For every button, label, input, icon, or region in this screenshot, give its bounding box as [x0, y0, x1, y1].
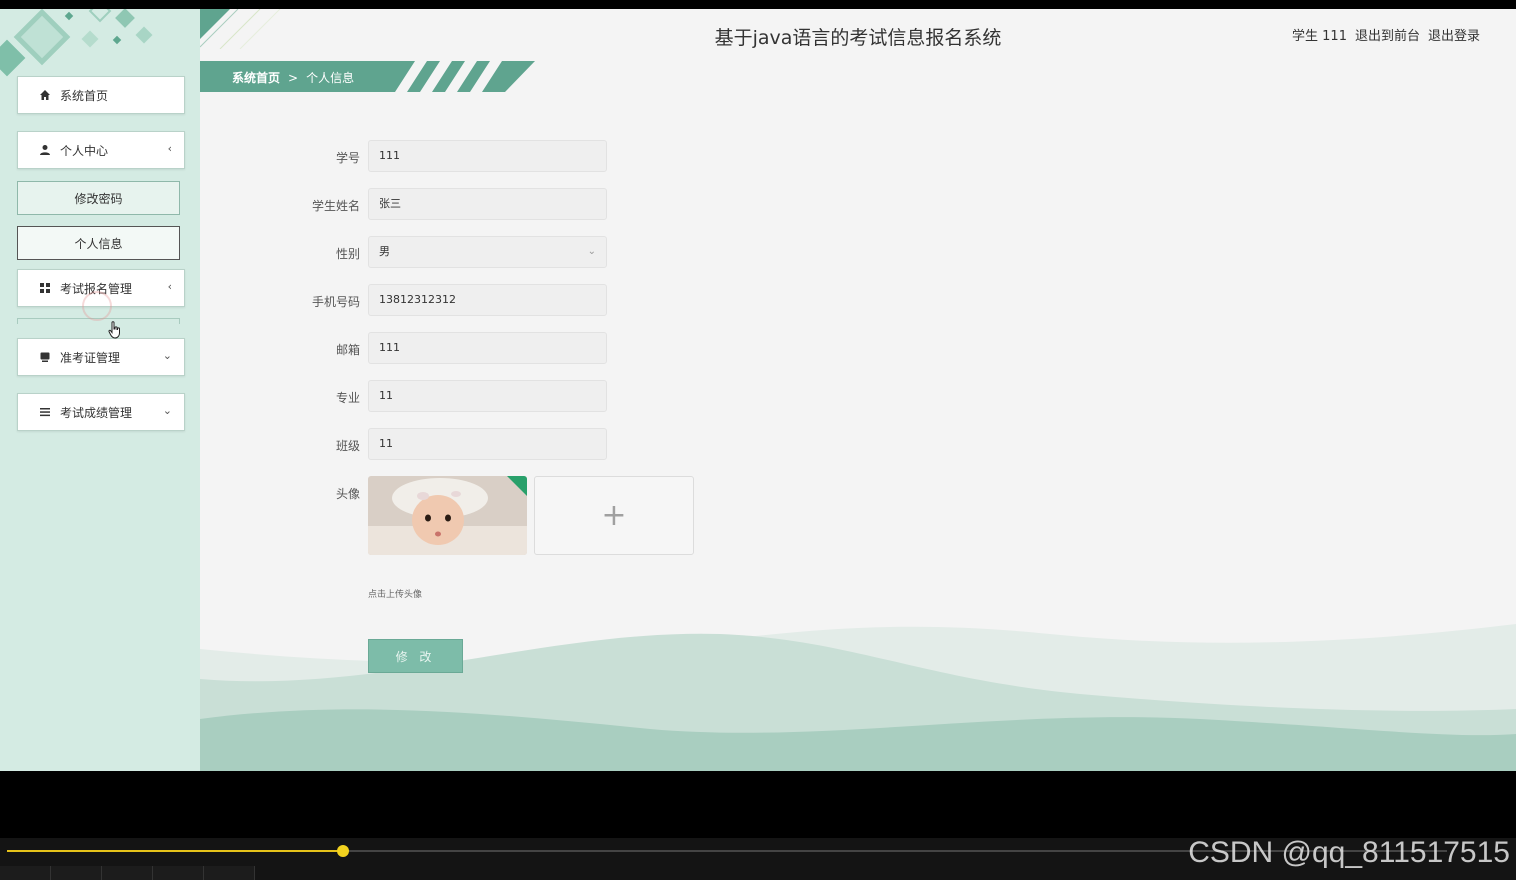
grid-icon: [38, 281, 52, 295]
email-label: 邮箱: [335, 343, 360, 357]
screen-frame: 系统首页 个人中心 ‹ 修改密码 个人信息 考试报名管理 ‹ 准考证管理 ⌄ 考…: [0, 0, 1516, 880]
thumbnail: [51, 866, 102, 880]
class-label: 班级: [335, 439, 360, 453]
logout-link[interactable]: 退出登录: [1428, 25, 1480, 44]
plus-icon: +: [601, 498, 627, 533]
save-button[interactable]: 修 改: [368, 639, 463, 673]
sidebar-item-personal-center[interactable]: 个人中心 ‹: [17, 131, 185, 169]
wave-background: [200, 624, 1516, 771]
student-id-label: 学号: [335, 151, 360, 165]
thumbnail: [204, 866, 255, 880]
user-links: 学生 111 退出到前台 退出登录: [1292, 25, 1480, 44]
sidebar-item-label: 考试成绩管理: [60, 405, 133, 420]
breadcrumb-separator: >: [288, 70, 299, 85]
student-id-input[interactable]: 111: [368, 140, 607, 172]
sidebar-subitem-change-password[interactable]: 修改密码: [17, 181, 180, 215]
card-icon: [38, 350, 52, 364]
current-user-label: 学生 111: [1292, 29, 1347, 44]
sidebar-item-label: 个人中心: [60, 143, 109, 158]
avatar-label: 头像: [335, 487, 360, 501]
hand-cursor-icon: [108, 321, 120, 339]
sidebar-subitem-personal-info[interactable]: 个人信息: [17, 226, 180, 260]
class-input[interactable]: 11: [368, 428, 607, 460]
student-name-input[interactable]: 张三: [368, 188, 607, 220]
thumbnail: [0, 866, 51, 880]
chevron-down-icon: ⌄: [162, 349, 172, 362]
breadcrumb: 系统首页 > 个人信息: [232, 69, 354, 86]
decor-square: [81, 30, 99, 48]
student-name-label: 学生姓名: [311, 199, 360, 213]
gender-label: 性别: [335, 247, 360, 261]
sidebar-item-exam-scores[interactable]: 考试成绩管理 ⌄: [17, 393, 185, 431]
decor-square: [88, 9, 112, 23]
thumbnail: [102, 866, 153, 880]
sidebar-item-label: 系统首页: [60, 88, 109, 103]
decor-square: [112, 35, 122, 45]
sidebar-item-label: 个人信息: [74, 236, 123, 251]
sidebar-item-home[interactable]: 系统首页: [17, 76, 185, 114]
email-input[interactable]: 111: [368, 332, 607, 364]
gender-select[interactable]: 男 ⌄: [368, 236, 607, 268]
upload-tip: 点击上传头像: [368, 590, 423, 600]
back-to-front-link[interactable]: 退出到前台: [1355, 25, 1420, 44]
decor-square: [115, 9, 135, 28]
phone-label: 手机号码: [311, 295, 360, 309]
click-ripple: [82, 291, 112, 321]
avatar-image[interactable]: [368, 476, 527, 555]
home-icon: [38, 88, 52, 102]
sidebar-item-label: 准考证管理: [60, 350, 121, 365]
chevron-down-icon: ⌄: [587, 246, 596, 257]
phone-input[interactable]: 13812312312: [368, 284, 607, 316]
breadcrumb-current: 个人信息: [306, 71, 355, 85]
chevron-left-icon: ‹: [167, 142, 172, 155]
avatar-upload-button[interactable]: +: [534, 476, 694, 555]
breadcrumb-home-link[interactable]: 系统首页: [232, 69, 280, 86]
header-bar: 基于java语言的考试信息报名系统 学生 111 退出到前台 退出登录: [200, 9, 1516, 59]
major-input[interactable]: 11: [368, 380, 607, 412]
progress-fill: [7, 850, 343, 852]
app-window: 系统首页 个人中心 ‹ 修改密码 个人信息 考试报名管理 ‹ 准考证管理 ⌄ 考…: [0, 9, 1516, 771]
chevron-down-icon: ⌄: [162, 404, 172, 417]
decor-square: [64, 11, 74, 21]
progress-knob[interactable]: [336, 845, 349, 857]
major-label: 专业: [335, 391, 360, 405]
list-icon: [38, 405, 52, 419]
user-icon: [38, 143, 52, 157]
thumbnail: [153, 866, 204, 880]
chevron-left-icon: ‹: [167, 280, 172, 293]
decor-square: [135, 26, 153, 44]
watermark: CSDN @qq_811517515: [1188, 836, 1510, 869]
sidebar-item-label: 修改密码: [74, 191, 123, 206]
sidebar: 系统首页 个人中心 ‹ 修改密码 个人信息 考试报名管理 ‹ 准考证管理 ⌄ 考…: [0, 9, 200, 771]
sidebar-item-admission-ticket[interactable]: 准考证管理 ⌄: [17, 338, 185, 376]
gender-selected-value: 男: [379, 245, 390, 258]
